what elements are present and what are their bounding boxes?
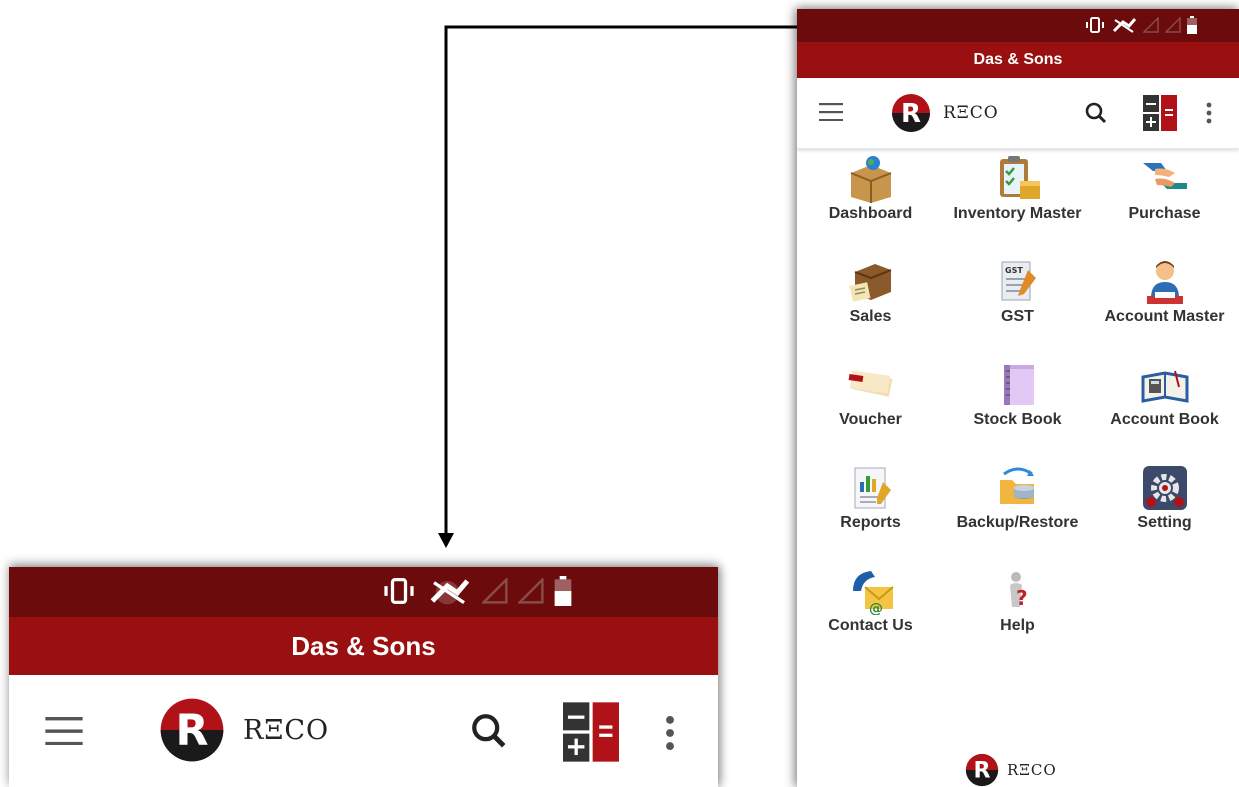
- menu-item-label: Setting: [1137, 514, 1192, 531]
- menu-item-label: Inventory Master: [953, 205, 1082, 222]
- signal-empty-icon: [482, 578, 508, 604]
- vibrate-icon: [384, 578, 414, 604]
- menu-item-label: Account Book: [1110, 411, 1219, 428]
- menu-item-sales[interactable]: Sales: [797, 258, 944, 358]
- svg-text:GST: GST: [1005, 266, 1023, 275]
- company-title-zoomed: Das & Sons: [9, 617, 718, 675]
- hamburger-icon[interactable]: [45, 717, 83, 745]
- menu-item-label: Sales: [849, 308, 892, 325]
- hamburger-icon[interactable]: [819, 103, 843, 121]
- logo-text: RΞCO: [1007, 761, 1057, 779]
- menu-item-help[interactable]: ? Help: [944, 567, 1091, 667]
- svg-text:?: ?: [1016, 586, 1028, 610]
- svg-text:R: R: [175, 706, 208, 756]
- more-vert-icon[interactable]: [1206, 102, 1212, 124]
- reco-logo-mark-icon: R: [965, 753, 999, 787]
- sales-box-icon: [849, 264, 891, 302]
- phone-screen: Das & Sons R RΞCO Dashboard Inventory Ma…: [797, 9, 1239, 787]
- calculator-icon[interactable]: [1143, 95, 1177, 131]
- menu-item-purchase[interactable]: Purchase: [1091, 155, 1238, 255]
- app-toolbar-zoomed: R RΞCO: [9, 675, 718, 787]
- menu-item-voucher[interactable]: Voucher: [797, 361, 944, 461]
- calculator-icon[interactable]: [563, 702, 619, 762]
- battery-icon: [1187, 16, 1197, 34]
- contact-phone-icon: @: [852, 571, 894, 615]
- status-bar: [797, 9, 1239, 42]
- menu-item-account-master[interactable]: Account Master: [1091, 258, 1238, 358]
- search-icon[interactable]: [1085, 102, 1107, 124]
- menu-item-label: GST: [1001, 308, 1034, 325]
- inventory-clipboard-icon: [999, 156, 1040, 199]
- logo-text: RΞCO: [243, 714, 330, 746]
- reports-chart-icon: [854, 467, 891, 509]
- menu-item-inventory-master[interactable]: Inventory Master: [944, 155, 1091, 255]
- settings-gear-icon: [1142, 466, 1187, 510]
- svg-text:R: R: [973, 758, 990, 784]
- menu-item-contact-us[interactable]: @ Contact Us: [797, 567, 944, 667]
- reco-logo-zoomed: R RΞCO: [159, 697, 329, 763]
- company-title: Das & Sons: [797, 42, 1239, 78]
- no-sim-icon: [1112, 18, 1137, 33]
- menu-item-label: Voucher: [839, 411, 902, 428]
- menu-item-setting[interactable]: Setting: [1091, 464, 1238, 564]
- more-vert-icon[interactable]: [665, 715, 675, 751]
- voucher-cheque-icon: [848, 370, 892, 397]
- backup-restore-icon: [999, 467, 1034, 504]
- menu-item-label: Backup/Restore: [956, 514, 1079, 531]
- svg-text:@: @: [869, 601, 883, 615]
- account-book-icon: [1141, 370, 1188, 403]
- menu-item-label: Stock Book: [973, 411, 1062, 428]
- menu-item-label: Purchase: [1128, 205, 1201, 222]
- status-bar-zoomed: [9, 567, 718, 617]
- signal-empty-icon-2: [518, 578, 544, 604]
- no-sim-icon: [430, 579, 470, 605]
- signal-empty-icon-2: [1165, 17, 1181, 33]
- footer-logo: R RΞCO: [965, 753, 1057, 787]
- menu-item-account-book[interactable]: Account Book: [1091, 361, 1238, 461]
- reco-logo-mark-icon: R: [160, 698, 224, 762]
- help-figure-icon: ?: [1009, 572, 1028, 610]
- purchase-handshake-icon: [1142, 163, 1187, 189]
- app-toolbar: R RΞCO: [797, 78, 1239, 149]
- search-icon[interactable]: [471, 713, 507, 749]
- reco-logo-mark-icon: R: [892, 94, 930, 132]
- logo-text: RΞCO: [943, 103, 999, 123]
- menu-item-label: Help: [1000, 617, 1035, 634]
- menu-item-stock-book[interactable]: Stock Book: [944, 361, 1091, 461]
- account-person-icon: [1146, 261, 1183, 304]
- svg-text:R: R: [901, 99, 921, 129]
- menu-item-reports[interactable]: Reports: [797, 464, 944, 564]
- signal-empty-icon: [1143, 17, 1159, 33]
- gst-document-icon: GST: [1001, 261, 1036, 301]
- menu-item-label: Dashboard: [828, 205, 913, 222]
- battery-icon: [554, 576, 572, 606]
- vibrate-icon: [1086, 17, 1104, 33]
- menu-item-gst[interactable]: GST GST: [944, 258, 1091, 358]
- dashboard-box-icon: [850, 156, 891, 203]
- reco-logo: R RΞCO: [891, 93, 999, 133]
- zoom-panel: Das & Sons R RΞCO: [9, 567, 718, 787]
- menu-item-backup-restore[interactable]: Backup/Restore: [944, 464, 1091, 564]
- menu-item-dashboard[interactable]: Dashboard: [797, 155, 944, 255]
- menu-item-label: Reports: [840, 514, 901, 531]
- menu-item-label: Contact Us: [828, 617, 913, 634]
- menu-item-label: Account Master: [1104, 308, 1225, 325]
- stock-book-icon: [1003, 365, 1034, 405]
